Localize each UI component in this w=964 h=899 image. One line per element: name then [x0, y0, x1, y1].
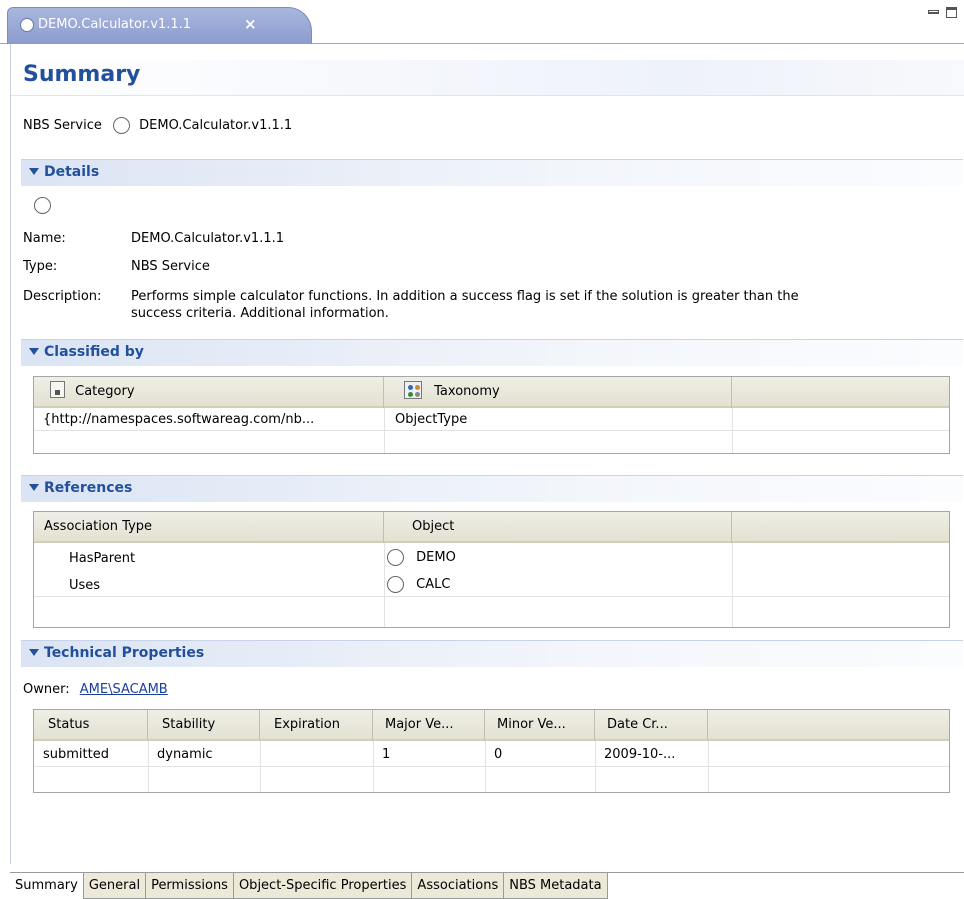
column-header-expiration[interactable]: Expiration: [260, 710, 373, 741]
column-header-minor-version[interactable]: Minor Ve...: [485, 710, 595, 741]
object-name: CALC: [416, 577, 451, 592]
type-label: Type:: [23, 259, 58, 274]
table-cell-association-type[interactable]: Uses: [69, 578, 100, 593]
table-cell-date-created[interactable]: 2009-10-...: [604, 747, 675, 762]
table-header: Category Taxonomy: [34, 377, 949, 408]
column-header-stability[interactable]: Stability: [148, 710, 260, 741]
table-cell-status[interactable]: submitted: [43, 747, 109, 762]
column-header-label: Category: [75, 384, 135, 399]
tab-nbs-metadata[interactable]: NBS Metadata: [504, 873, 608, 899]
object-name: DEMO: [416, 550, 456, 565]
owner-label: Owner:: [23, 682, 70, 697]
taxonomy-icon: [404, 381, 422, 399]
column-header-label: Taxonomy: [434, 384, 500, 399]
table-header: Status Stability Expiration Major Ve... …: [34, 710, 949, 741]
minimize-icon[interactable]: [928, 10, 939, 14]
expand-triangle-icon[interactable]: [29, 484, 39, 491]
maximize-icon[interactable]: [946, 7, 957, 18]
table-cell-object[interactable]: CALC: [387, 576, 450, 593]
editor-tab-bar: DEMO.Calculator.v1.1.1 ×: [0, 0, 964, 44]
column-header-taxonomy[interactable]: Taxonomy: [384, 377, 732, 408]
table-cell-category[interactable]: {http://namespaces.softwareag.com/nb...: [43, 412, 378, 427]
table-header: Association Type Object: [34, 512, 949, 543]
service-name: DEMO.Calculator.v1.1.1: [139, 118, 293, 133]
column-header-association-type[interactable]: Association Type: [34, 512, 384, 543]
column-header-category[interactable]: Category: [34, 377, 384, 408]
category-icon: [50, 381, 65, 398]
technical-properties-section-title: Technical Properties: [44, 645, 205, 661]
column-header-status[interactable]: Status: [34, 710, 148, 741]
column-divider: [732, 543, 733, 627]
tab-permissions[interactable]: Permissions: [146, 873, 234, 899]
table-cell-major-version[interactable]: 1: [382, 747, 390, 762]
object-circle-icon: [34, 197, 51, 214]
description-line-2: success criteria. Additional information…: [131, 306, 389, 321]
classification-table[interactable]: Category Taxonomy {http://namespaces.sof…: [33, 376, 950, 454]
column-divider: [384, 543, 385, 627]
name-label: Name:: [23, 231, 66, 246]
description-label: Description:: [23, 289, 102, 304]
tab-object-specific-properties[interactable]: Object-Specific Properties: [233, 873, 413, 899]
page-title: Summary: [23, 62, 141, 87]
expand-triangle-icon[interactable]: [29, 649, 39, 656]
technical-properties-table[interactable]: Status Stability Expiration Major Ve... …: [33, 709, 950, 793]
owner-line: Owner: AME\SACAMB: [23, 682, 168, 697]
references-section-header[interactable]: References: [21, 475, 963, 502]
table-cell-stability[interactable]: dynamic: [157, 747, 213, 762]
page-tabs: Summary General Permissions Object-Speci…: [10, 872, 608, 899]
service-circle-icon: [20, 18, 34, 32]
expand-triangle-icon[interactable]: [29, 348, 39, 355]
column-header-object[interactable]: Object: [384, 512, 732, 543]
details-section-header[interactable]: Details: [21, 159, 963, 186]
technical-properties-section-header[interactable]: Technical Properties: [21, 640, 963, 667]
owner-link[interactable]: AME\SACAMB: [80, 682, 168, 697]
service-line: NBS Service DEMO.Calculator.v1.1.1: [23, 117, 292, 134]
editor-tab-title: DEMO.Calculator.v1.1.1: [38, 17, 192, 32]
classified-by-section-header[interactable]: Classified by: [21, 339, 963, 366]
form-header: Summary: [11, 60, 964, 96]
row-divider: [34, 430, 949, 431]
close-icon[interactable]: ×: [244, 15, 257, 33]
object-circle-icon: [387, 576, 404, 593]
tab-associations[interactable]: Associations: [412, 873, 505, 899]
service-circle-icon: [113, 117, 130, 134]
expand-triangle-icon[interactable]: [29, 168, 39, 175]
editor-tab[interactable]: DEMO.Calculator.v1.1.1 ×: [7, 7, 312, 44]
row-divider: [34, 766, 949, 767]
name-value: DEMO.Calculator.v1.1.1: [131, 231, 285, 246]
table-cell-minor-version[interactable]: 0: [494, 747, 502, 762]
column-header-date-created[interactable]: Date Cr...: [595, 710, 708, 741]
window-controls: [922, 6, 958, 20]
references-section-title: References: [44, 480, 133, 496]
object-circle-icon: [387, 549, 404, 566]
column-header-major-version[interactable]: Major Ve...: [373, 710, 485, 741]
form-left-border: [10, 44, 11, 864]
type-value: NBS Service: [131, 259, 210, 274]
table-cell-association-type[interactable]: HasParent: [69, 551, 135, 566]
tab-summary[interactable]: Summary: [10, 873, 84, 899]
table-cell-taxonomy[interactable]: ObjectType: [395, 412, 725, 427]
table-cell-object[interactable]: DEMO: [387, 549, 456, 566]
tab-general[interactable]: General: [83, 873, 147, 899]
classified-by-section-title: Classified by: [44, 344, 144, 360]
references-table[interactable]: Association Type Object HasParent DEMO U…: [33, 511, 950, 628]
service-type-label: NBS Service: [23, 118, 102, 133]
details-section-title: Details: [44, 164, 100, 180]
row-divider: [34, 596, 949, 597]
description-line-1: Performs simple calculator functions. In…: [131, 289, 799, 304]
